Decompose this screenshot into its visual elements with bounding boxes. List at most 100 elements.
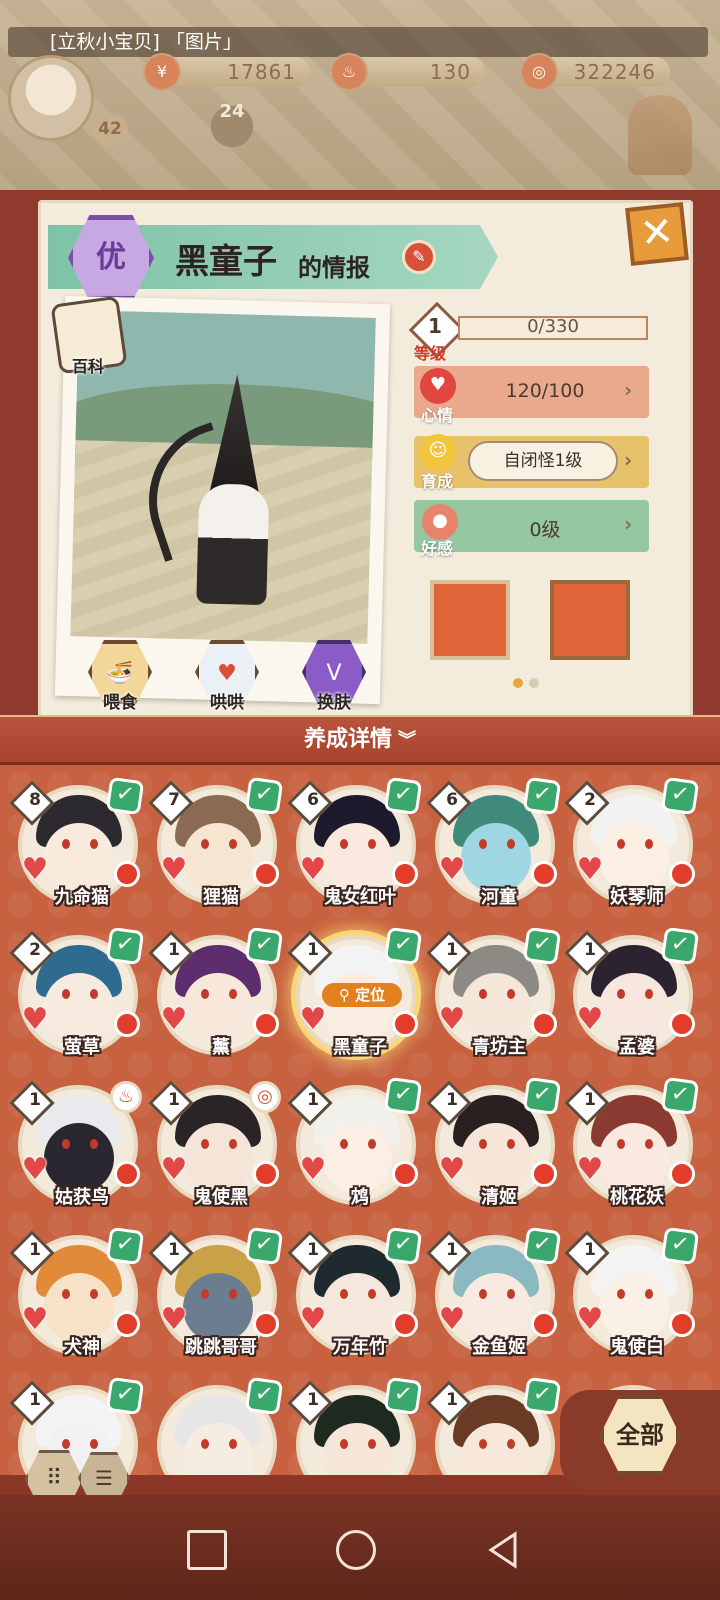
character-card[interactable]: 1 ✓ ♥ 清姬 — [426, 1076, 562, 1208]
card-level-number: 1 — [446, 940, 458, 960]
nurture-value[interactable]: 自闭怪1级 — [468, 441, 618, 481]
character-name-label: 姑获鸟 — [55, 1187, 109, 1208]
check-icon: ✓ — [522, 1376, 562, 1416]
card-level-number: 1 — [584, 1090, 596, 1110]
fish-banner-icon — [628, 95, 692, 175]
character-card[interactable]: 1 ✓ ♥ 金鱼姬 — [426, 1226, 562, 1358]
card-level-number: 1 — [29, 1090, 41, 1110]
close-button[interactable]: ✕ — [625, 202, 689, 266]
character-name: 黑童子 — [175, 242, 277, 282]
character-card[interactable]: 1 ✓ ♥ 薰 — [148, 926, 284, 1058]
check-icon: ✓ — [105, 926, 145, 966]
check-icon: ✓ — [522, 1076, 562, 1116]
character-card[interactable]: ✓ — [157, 1376, 284, 1475]
character-grid[interactable]: 8 ✓ ♥ 九命猫 7 ✓ ♥ 狸猫 6 ✓ ♥ 鬼女红叶 6 ✓ ♥ 河童 2 ✓ ♥ 妖琴师 2 ✓ ♥ 萤草 1 ✓ ♥ 薰 1 ✓… — [0, 765, 720, 1475]
mood-heart-icon: ♥ — [438, 1002, 466, 1037]
check-icon: ✓ — [660, 1076, 700, 1116]
character-card[interactable]: 2 ✓ ♥ 萤草 — [9, 926, 145, 1058]
back-button[interactable] — [485, 1530, 521, 1570]
mood-heart-icon: ♥ — [576, 1302, 604, 1337]
chat-message-banner[interactable]: [立秋小宝贝] 「图片」 — [8, 27, 708, 57]
check-icon: ✓ — [105, 1226, 145, 1266]
card-level-number: 2 — [584, 790, 596, 810]
character-card[interactable]: 1 ✓ — [426, 1376, 562, 1475]
character-card[interactable]: 6 ✓ ♥ 鬼女红叶 — [287, 776, 423, 908]
feed-label[interactable]: 喂食 — [85, 688, 155, 713]
character-card[interactable]: 1 ✓ ♥ 青坊主 — [426, 926, 562, 1058]
character-eyes — [62, 839, 98, 849]
card-level-number: 6 — [307, 790, 319, 810]
carousel-dots — [510, 673, 542, 692]
locate-tag[interactable]: ⚲ 定位 — [322, 983, 402, 1007]
smile-face-icon: ☺ — [420, 434, 456, 470]
character-card[interactable]: 1 ✓ ♥ 孟婆 — [564, 926, 700, 1058]
wiki-label[interactable]: 百科 — [72, 353, 104, 377]
recent-apps-button[interactable] — [187, 1530, 227, 1570]
character-card[interactable]: 1 ✓ ♥ 鬼使白 — [564, 1226, 700, 1358]
level-number: 1 — [428, 314, 442, 338]
character-card[interactable]: 2 ✓ ♥ 妖琴师 — [564, 776, 700, 908]
player-avatar[interactable] — [8, 55, 94, 141]
portrait-card-icon[interactable] — [550, 580, 630, 660]
mood-label: 心情 — [420, 406, 453, 425]
currency-1-value: 17861 — [160, 57, 310, 87]
mood-heart-icon: ♥ — [160, 1152, 188, 1187]
mood-value: 120/100 — [505, 380, 585, 402]
character-name-label: 鬼使黑 — [194, 1187, 248, 1208]
mood-heart-icon: ♥ — [420, 368, 456, 404]
character-card[interactable]: 1 ✓ ♥ ⚲ 定位 黑童子 — [287, 926, 423, 1058]
character-eyes — [201, 1289, 237, 1299]
gift-card-icon[interactable] — [430, 580, 510, 660]
card-level-number: 1 — [307, 940, 319, 960]
nurture-arrow-icon: › — [624, 448, 633, 472]
character-name-label: 萤草 — [64, 1037, 100, 1058]
character-card[interactable]: 7 ✓ ♥ 狸猫 — [148, 776, 284, 908]
top-hud: [立秋小宝贝] 「图片」 42 17861 ¥ 130 ♨ 322246 ◎ 2… — [0, 0, 720, 215]
level-label: 等级 — [414, 344, 447, 363]
card-level-number: 1 — [446, 1240, 458, 1260]
character-eyes — [62, 1289, 98, 1299]
check-icon: ✓ — [244, 1376, 284, 1416]
check-icon: ✓ — [244, 1226, 284, 1266]
nurture-detail-bar[interactable]: 养成详情 ︾ — [0, 715, 720, 765]
character-card[interactable]: 1 ✓ — [287, 1376, 423, 1475]
player-level: 42 — [92, 115, 128, 143]
character-eyes — [340, 1289, 376, 1299]
character-card[interactable]: 1 ✓ ♥ 鸩 — [287, 1076, 423, 1208]
robe-icon: V — [326, 661, 342, 686]
coax-label[interactable]: 哄哄 — [192, 688, 262, 713]
check-icon: ✓ — [660, 926, 700, 966]
coin-icon: ◎ — [520, 53, 558, 91]
mood-heart-icon: ♥ — [160, 852, 188, 887]
carousel-dot-active — [513, 678, 523, 688]
mood-heart-icon: ♥ — [438, 1302, 466, 1337]
mood-heart-icon: ♥ — [160, 1302, 188, 1337]
character-card[interactable]: 1 ✓ ♥ 跳跳哥哥 — [148, 1226, 284, 1358]
home-button[interactable] — [336, 1530, 376, 1570]
edit-name-icon[interactable]: ✎ — [402, 240, 436, 274]
character-card[interactable]: 8 ✓ ♥ 九命猫 — [9, 776, 145, 908]
skin-label[interactable]: 换肤 — [299, 688, 369, 713]
card-level-number: 1 — [29, 1390, 41, 1410]
character-name-label: 薰 — [212, 1037, 230, 1058]
character-name-label: 河童 — [481, 887, 517, 908]
reward-carousel[interactable] — [410, 570, 655, 690]
character-card[interactable]: 1 ♨ ♥ 姑获鸟 — [9, 1080, 142, 1208]
character-eyes — [62, 1139, 98, 1149]
character-card[interactable]: 1 ✓ ♥ 犬神 — [9, 1226, 145, 1358]
character-card[interactable]: 1 ✓ ♥ 万年竹 — [287, 1226, 423, 1358]
noodle-bowl-icon: 🍜 — [106, 661, 134, 686]
card-level-number: 1 — [307, 1390, 319, 1410]
character-card[interactable]: 6 ✓ ♥ 河童 — [426, 776, 562, 908]
check-icon: ✓ — [244, 776, 284, 816]
character-eyes — [340, 1139, 376, 1149]
nurture-label: 育成 — [420, 472, 453, 491]
mood-heart-icon: ♥ — [21, 852, 49, 887]
card-level-number: 1 — [29, 1240, 41, 1260]
character-eyes — [479, 989, 515, 999]
check-icon: ✓ — [105, 1376, 145, 1416]
check-icon: ✓ — [383, 776, 423, 816]
card-level-number: 1 — [307, 1240, 319, 1260]
character-card[interactable]: 1 ✓ ♥ 桃花妖 — [564, 1076, 700, 1208]
character-card[interactable]: 1 ◎ ♥ 鬼使黑 — [148, 1080, 281, 1208]
